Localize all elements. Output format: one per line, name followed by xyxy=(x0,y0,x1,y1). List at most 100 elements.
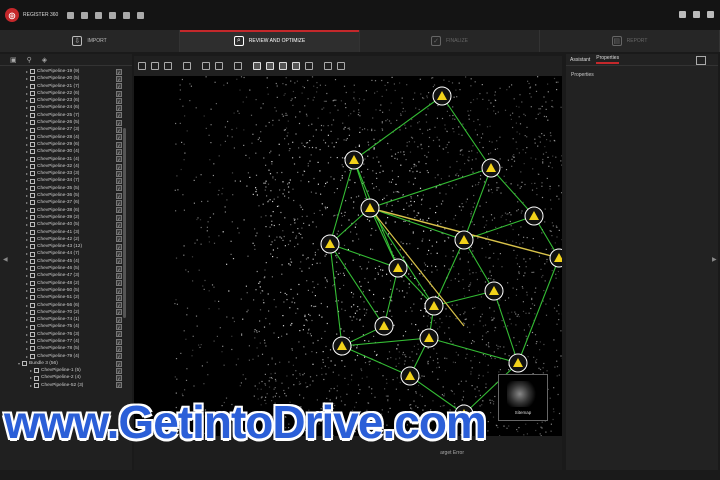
point-cloud-viewport[interactable]: Sitemap xyxy=(134,76,562,436)
visibility-checkbox[interactable]: ✓ xyxy=(116,185,122,192)
tree-item[interactable]: ▸ ChevPipeline-21 (7) ✓ xyxy=(0,83,132,90)
visibility-checkbox[interactable]: ✓ xyxy=(116,97,122,104)
visibility-checkbox[interactable]: ✓ xyxy=(116,199,122,206)
visibility-checkbox[interactable]: ✓ xyxy=(116,178,122,185)
fit-view-icon[interactable] xyxy=(138,62,146,70)
tab-assistant[interactable]: Assistant xyxy=(570,57,590,63)
visibility-checkbox[interactable]: ✓ xyxy=(116,214,122,221)
tree-item[interactable]: ▸ ChevPipeline-29 (6) ✓ xyxy=(0,141,132,148)
visibility-checkbox[interactable]: ✓ xyxy=(116,75,122,82)
edit-link-icon[interactable] xyxy=(279,62,287,70)
open-folder-icon[interactable] xyxy=(81,11,89,19)
tree-item[interactable]: ▸ ChevPipeline-44 (7) ✓ xyxy=(0,250,132,258)
tree-item[interactable]: ▸ ChevPipeline-45 (4) ✓ xyxy=(0,258,132,265)
tree-item[interactable]: ▸ ChevPipeline-31 (4) ✓ xyxy=(0,156,132,163)
single-view-icon[interactable] xyxy=(202,62,210,70)
tree-item[interactable]: ▸ ChevPipeline-30 (4) ✓ xyxy=(0,148,132,155)
visibility-checkbox[interactable]: ✓ xyxy=(116,207,122,214)
step-finalize[interactable]: ✓ FINALIZE xyxy=(360,30,540,52)
visibility-checkbox[interactable]: ✓ xyxy=(116,251,122,258)
tab-properties[interactable]: Properties xyxy=(596,55,620,64)
visibility-checkbox[interactable]: ✓ xyxy=(116,148,122,155)
tab-folder-icon[interactable]: ▣ xyxy=(10,56,17,64)
visibility-checkbox[interactable]: ✓ xyxy=(116,192,122,199)
visibility-checkbox[interactable]: ✓ xyxy=(116,345,122,352)
tree-item[interactable]: ▸ ChevPipeline-25 (7) ✓ xyxy=(0,112,132,119)
visibility-checkbox[interactable]: ✓ xyxy=(116,221,122,228)
visibility-checkbox[interactable]: ✓ xyxy=(116,316,122,323)
tree-item[interactable]: ▸ ChevPipeline-28 (4) ✓ xyxy=(0,134,132,141)
tree-item[interactable]: ▸ ChevPipeline-23 (6) ✓ xyxy=(0,97,132,104)
tree-item[interactable]: ▸ ChevPipeline-33 (3) ✓ xyxy=(0,170,132,177)
tree-item[interactable]: ▸ ChevPipeline-52 (3) ✓ xyxy=(0,382,132,389)
visibility-checkbox[interactable]: ✓ xyxy=(116,353,122,360)
tree-item[interactable]: ▸ ChevPipeline-70 (2) ✓ xyxy=(0,309,132,316)
visibility-checkbox[interactable]: ✓ xyxy=(116,287,122,294)
tree-item[interactable]: ▸ ChevPipeline-50 (5) ✓ xyxy=(0,287,132,294)
visibility-checkbox[interactable]: ✓ xyxy=(116,302,122,309)
visibility-checkbox[interactable]: ✓ xyxy=(116,360,122,367)
tree-item[interactable]: ▸ ChevPipeline-22 (6) ✓ xyxy=(0,90,132,97)
tree-item[interactable]: ▸ ChevPipeline-26 (5) ✓ xyxy=(0,119,132,126)
visibility-checkbox[interactable]: ✓ xyxy=(116,112,122,119)
delete-icon[interactable] xyxy=(123,11,131,19)
tree-item[interactable]: ▸ ChevPipeline-76 (3) ✓ xyxy=(0,331,132,338)
tree-item[interactable]: ▸ ChevPipeline-37 (6) ✓ xyxy=(0,199,132,206)
tree-item[interactable]: ▸ ChevPipeline-56 (6) ✓ xyxy=(0,302,132,309)
visibility-checkbox[interactable]: ✓ xyxy=(116,375,122,382)
tree-item[interactable]: ▸ ChevPipeline-78 (5) ✓ xyxy=(0,345,132,352)
visibility-checkbox[interactable]: ✓ xyxy=(116,309,122,316)
visibility-checkbox[interactable]: ✓ xyxy=(116,272,122,279)
sitemap-thumbnail[interactable]: Sitemap xyxy=(498,374,548,421)
help-icon[interactable] xyxy=(137,11,145,19)
visibility-checkbox[interactable]: ✓ xyxy=(116,236,122,243)
tree-bundle[interactable]: ▾ Bundle 3 (56) ✓ xyxy=(0,360,132,367)
step-import[interactable]: ⇩ IMPORT xyxy=(0,30,180,52)
visibility-checkbox[interactable]: ✓ xyxy=(116,156,122,163)
tab-link-icon[interactable]: ⚲ xyxy=(27,56,32,64)
visibility-checkbox[interactable]: ✓ xyxy=(116,382,122,389)
tree-item[interactable]: ▸ ChevPipeline-2 (4) ✓ xyxy=(0,374,132,382)
tree-item[interactable]: ▸ ChevPipeline-51 (2) ✓ xyxy=(0,294,132,301)
step-review-optimize[interactable]: ⌕ REVIEW AND OPTIMIZE xyxy=(180,30,360,52)
split-view-icon[interactable] xyxy=(215,62,223,70)
visibility-checkbox[interactable]: ✓ xyxy=(116,367,122,374)
export-icon[interactable] xyxy=(337,62,345,70)
visibility-checkbox[interactable]: ✓ xyxy=(116,324,122,331)
visibility-checkbox[interactable]: ✓ xyxy=(116,243,122,250)
visibility-checkbox[interactable]: ✓ xyxy=(116,331,122,338)
target-mode-icon[interactable] xyxy=(253,62,261,70)
visibility-checkbox[interactable]: ✓ xyxy=(116,134,122,141)
visibility-checkbox[interactable]: ✓ xyxy=(116,127,122,134)
tree-item[interactable]: ▸ ChevPipeline-38 (6) ✓ xyxy=(0,207,132,214)
image-mode-icon[interactable] xyxy=(292,62,300,70)
tree-item[interactable]: ▸ ChevPipeline-36 (5) ✓ xyxy=(0,192,132,199)
visibility-checkbox[interactable]: ✓ xyxy=(116,141,122,148)
visibility-checkbox[interactable]: ✓ xyxy=(116,258,122,265)
visibility-checkbox[interactable]: ✓ xyxy=(116,294,122,301)
visibility-checkbox[interactable]: ✓ xyxy=(116,90,122,97)
visibility-checkbox[interactable]: ✓ xyxy=(116,105,122,112)
close-button[interactable] xyxy=(707,11,714,18)
import-icon[interactable] xyxy=(95,11,103,19)
visibility-checkbox[interactable]: ✓ xyxy=(116,163,122,170)
tree-item[interactable]: ▸ ChevPipeline-79 (4) ✓ xyxy=(0,353,132,360)
visibility-checkbox[interactable]: ✓ xyxy=(116,280,122,287)
collapse-right-icon[interactable]: ▶ xyxy=(712,256,717,263)
shuffle-icon[interactable] xyxy=(305,62,313,70)
new-project-icon[interactable] xyxy=(67,11,75,19)
tree-item[interactable]: ▸ ChevPipeline-46 (5) ✓ xyxy=(0,265,132,272)
tree-item[interactable]: ▸ ChevPipeline-39 (2) ✓ xyxy=(0,214,132,221)
tree-item[interactable]: ▸ ChevPipeline-34 (7) ✓ xyxy=(0,177,132,185)
tab-tag-icon[interactable]: ◈ xyxy=(42,56,47,64)
select-icon[interactable] xyxy=(151,62,159,70)
visibility-checkbox[interactable]: ✓ xyxy=(116,68,122,75)
collapse-left-icon[interactable]: ◀ xyxy=(3,256,8,263)
panel-toggle-icon[interactable] xyxy=(696,56,706,65)
visibility-checkbox[interactable]: ✓ xyxy=(116,119,122,126)
visibility-checkbox[interactable]: ✓ xyxy=(116,83,122,90)
tree-item[interactable]: ▸ ChevPipeline-48 (2) ✓ xyxy=(0,280,132,287)
tree-item[interactable]: ▸ ChevPipeline-19 (9) ✓ xyxy=(0,68,132,75)
tree-scrollbar[interactable] xyxy=(123,128,126,318)
tree-item[interactable]: ▸ ChevPipeline-43 (12) ✓ xyxy=(0,243,132,250)
